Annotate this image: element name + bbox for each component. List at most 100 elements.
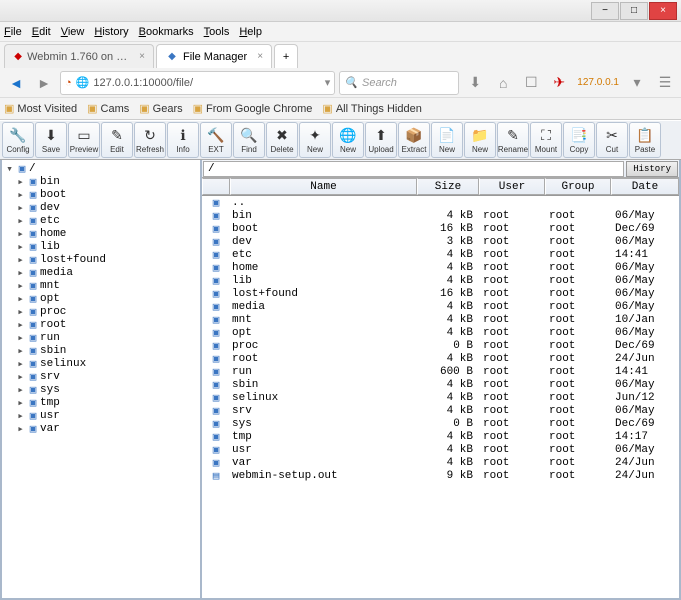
tool-find[interactable]: 🔍Find — [233, 122, 265, 158]
tree-node[interactable]: ▸▣srv — [4, 370, 198, 383]
tool-config[interactable]: 🔧Config — [2, 122, 34, 158]
tool-info[interactable]: ℹInfo — [167, 122, 199, 158]
list-row[interactable]: ▣lib4 kBrootroot06/May — [202, 274, 679, 287]
tree-node[interactable]: ▸▣root — [4, 318, 198, 331]
tree-twisty-icon[interactable]: ▸ — [15, 175, 26, 188]
bookmark-item[interactable]: ▣Cams — [87, 102, 129, 115]
col-name[interactable]: Name — [230, 178, 417, 195]
tree-twisty-icon[interactable]: ▾ — [4, 162, 15, 175]
tree-twisty-icon[interactable]: ▸ — [15, 227, 26, 240]
tool-ext[interactable]: 🔨EXT — [200, 122, 232, 158]
list-row[interactable]: ▣var4 kBrootroot24/Jun — [202, 456, 679, 469]
search-box[interactable]: 🔍 Search — [339, 71, 459, 95]
addon-dropdown-icon[interactable]: ▾ — [625, 71, 649, 95]
tree-twisty-icon[interactable]: ▸ — [15, 214, 26, 227]
window-maximize-button[interactable]: □ — [620, 2, 648, 20]
tree-twisty-icon[interactable]: ▸ — [15, 370, 26, 383]
tree-twisty-icon[interactable]: ▸ — [15, 383, 26, 396]
history-button[interactable]: History — [626, 161, 678, 177]
tree-node[interactable]: ▸▣sys — [4, 383, 198, 396]
tree-twisty-icon[interactable]: ▸ — [15, 396, 26, 409]
parent-row[interactable]: ▣.. — [202, 196, 679, 209]
list-row[interactable]: ▣selinux4 kBrootrootJun/12 — [202, 391, 679, 404]
col-user[interactable]: User — [479, 178, 545, 195]
tree-node[interactable]: ▸▣home — [4, 227, 198, 240]
list-row[interactable]: ▣lost+found16 kBrootroot06/May — [202, 287, 679, 300]
tree-twisty-icon[interactable]: ▸ — [15, 201, 26, 214]
tool-new[interactable]: 📁New — [464, 122, 496, 158]
list-row[interactable]: ▣opt4 kBrootroot06/May — [202, 326, 679, 339]
tree-node[interactable]: ▸▣tmp — [4, 396, 198, 409]
tree-node[interactable]: ▸▣proc — [4, 305, 198, 318]
menu-tools[interactable]: Tools — [204, 26, 230, 38]
bookmark-item[interactable]: ▣All Things Hidden — [322, 102, 421, 115]
tree-twisty-icon[interactable]: ▸ — [15, 318, 26, 331]
tree-twisty-icon[interactable]: ▸ — [15, 422, 26, 435]
tree-root[interactable]: ▾▣/ — [4, 162, 198, 175]
menu-bookmarks[interactable]: Bookmarks — [139, 26, 194, 38]
tool-new[interactable]: 🌐New — [332, 122, 364, 158]
tab-close-icon[interactable]: × — [139, 51, 145, 62]
tree-twisty-icon[interactable]: ▸ — [15, 331, 26, 344]
download-button[interactable]: ⬇ — [463, 71, 487, 95]
list-row[interactable]: ▣usr4 kBrootroot06/May — [202, 443, 679, 456]
url-text[interactable]: 127.0.0.1:10000/file/ — [93, 77, 320, 89]
tree-twisty-icon[interactable]: ▸ — [15, 305, 26, 318]
tree-twisty-icon[interactable]: ▸ — [15, 292, 26, 305]
tree-node[interactable]: ▸▣run — [4, 331, 198, 344]
bookmark-item[interactable]: ▣Gears — [139, 102, 182, 115]
site-identity-icon[interactable]: ◔ — [65, 77, 72, 89]
nav-forward-button[interactable]: ► — [32, 71, 56, 95]
url-bar[interactable]: ◔ 🌐 127.0.0.1:10000/file/ ▾ — [60, 71, 335, 95]
tool-cut[interactable]: ✂Cut — [596, 122, 628, 158]
menu-view[interactable]: View — [61, 26, 85, 38]
window-close-button[interactable]: × — [649, 2, 677, 20]
list-rows[interactable]: ▣..▣bin4 kBrootroot06/May▣boot16 kBrootr… — [202, 196, 679, 598]
tree-node[interactable]: ▸▣mnt — [4, 279, 198, 292]
tool-refresh[interactable]: ↻Refresh — [134, 122, 166, 158]
tree-twisty-icon[interactable]: ▸ — [15, 240, 26, 253]
tool-preview[interactable]: ▭Preview — [68, 122, 100, 158]
list-row[interactable]: ▣proc0 BrootrootDec/69 — [202, 339, 679, 352]
tree-twisty-icon[interactable]: ▸ — [15, 253, 26, 266]
nav-back-button[interactable]: ◄ — [4, 71, 28, 95]
col-icon[interactable] — [202, 178, 230, 195]
tree-node[interactable]: ▸▣lost+found — [4, 253, 198, 266]
tree-twisty-icon[interactable]: ▸ — [15, 266, 26, 279]
tool-mount[interactable]: ⛶Mount — [530, 122, 562, 158]
tree-twisty-icon[interactable]: ▸ — [15, 279, 26, 292]
tree-node[interactable]: ▸▣opt — [4, 292, 198, 305]
list-row[interactable]: ▣srv4 kBrootroot06/May — [202, 404, 679, 417]
tool-new[interactable]: ✦New — [299, 122, 331, 158]
tree-twisty-icon[interactable]: ▸ — [15, 409, 26, 422]
menu-edit[interactable]: Edit — [32, 26, 51, 38]
list-row[interactable]: ▣dev3 kBrootroot06/May — [202, 235, 679, 248]
tree-node[interactable]: ▸▣dev — [4, 201, 198, 214]
tab-close-icon[interactable]: × — [257, 51, 263, 62]
tool-upload[interactable]: ⬆Upload — [365, 122, 397, 158]
col-size[interactable]: Size — [417, 178, 479, 195]
noscript-icon[interactable]: ✈ — [547, 71, 571, 95]
tree-pane[interactable]: ▾▣/▸▣bin▸▣boot▸▣dev▸▣etc▸▣home▸▣lib▸▣los… — [2, 160, 202, 598]
tab[interactable]: ◆Webmin 1.760 on raspberr…× — [4, 44, 154, 68]
proxy-label[interactable]: 127.0.0.1 — [575, 77, 621, 88]
tree-node[interactable]: ▸▣bin — [4, 175, 198, 188]
tool-save[interactable]: ⬇Save — [35, 122, 67, 158]
tree-twisty-icon[interactable]: ▸ — [15, 357, 26, 370]
path-input[interactable]: / — [203, 161, 624, 177]
bookmark-item[interactable]: ▣Most Visited — [4, 102, 77, 115]
tree-node[interactable]: ▸▣etc — [4, 214, 198, 227]
list-row[interactable]: ▣boot16 kBrootrootDec/69 — [202, 222, 679, 235]
tree-twisty-icon[interactable]: ▸ — [15, 344, 26, 357]
new-tab-button[interactable]: + — [274, 44, 298, 68]
menu-history[interactable]: History — [94, 26, 128, 38]
menu-help[interactable]: Help — [239, 26, 262, 38]
tool-new[interactable]: 📄New — [431, 122, 463, 158]
list-row[interactable]: ▣root4 kBrootroot24/Jun — [202, 352, 679, 365]
menu-file[interactable]: File — [4, 26, 22, 38]
tool-extract[interactable]: 📦Extract — [398, 122, 430, 158]
menu-hamburger-icon[interactable]: ☰ — [653, 71, 677, 95]
tree-twisty-icon[interactable]: ▸ — [15, 188, 26, 201]
tool-delete[interactable]: ✖Delete — [266, 122, 298, 158]
tree-node[interactable]: ▸▣var — [4, 422, 198, 435]
